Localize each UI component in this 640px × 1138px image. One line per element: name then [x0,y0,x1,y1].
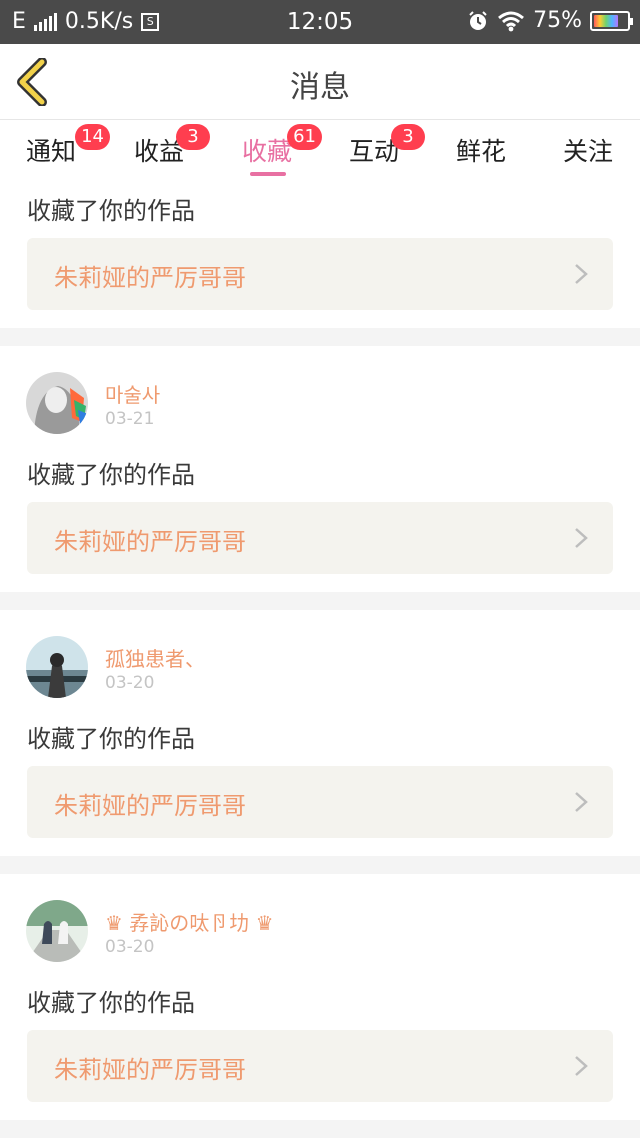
tab-label: 收藏 [242,137,293,166]
notification-date: 03-20 [105,937,155,957]
tab-badge: 14 [75,124,111,150]
notification-date: 03-21 [105,409,155,429]
action-text: 收藏了你的作品 [27,461,195,489]
work-link[interactable]: 朱莉娅的严厉哥哥 [27,766,613,838]
tab-label: 关注 [563,137,614,166]
battery-level [594,14,618,27]
tab-badge: 61 [287,124,323,150]
notification-card: ♛ 孨訫の呔卪㘦 ♛ 03-20 收藏了你的作品 朱莉娅的严厉哥哥 [0,874,640,1120]
page-title: 消息 [290,70,350,105]
category-tabs: 通知 14 收益 3 收藏 61 互动 3 鲜花 关注 [0,120,640,182]
tab-follows[interactable]: 关注 [563,132,613,168]
work-title: 朱莉娅的严厉哥哥 [54,1056,246,1084]
tab-earnings[interactable]: 收益 3 [134,124,211,168]
chevron-right-icon [575,264,588,284]
action-text: 收藏了你的作品 [27,197,195,225]
username[interactable]: ♛ 孨訫の呔卪㘦 ♛ [105,907,274,936]
chevron-right-icon [575,792,588,812]
tab-interactions[interactable]: 互动 3 [349,124,426,168]
status-right: 75% [467,8,633,33]
status-bar: E 0.5K/s S 12:05 75% [0,0,640,44]
avatar[interactable] [26,636,88,698]
work-link[interactable]: 朱莉娅的严厉哥哥 [27,502,613,574]
avatar[interactable] [26,900,88,962]
avatar[interactable] [26,372,88,434]
action-text: 收藏了你的作品 [27,725,195,753]
active-tab-indicator [250,172,286,176]
username[interactable]: 마술사 [105,379,160,408]
tab-badge: 3 [176,124,211,150]
work-link[interactable]: 朱莉娅的严厉哥哥 [27,1030,613,1102]
navigation-bar: 消息 [0,44,640,120]
work-title: 朱莉娅的严厉哥哥 [54,264,246,292]
tab-label: 鲜花 [456,137,507,166]
work-link[interactable]: 朱莉娅的严厉哥哥 [27,238,613,310]
notification-card: 마술사 03-21 收藏了你的作品 朱莉娅的严厉哥哥 [0,346,640,592]
notification-card: 收藏了你的作品 朱莉娅的严厉哥哥 [0,182,640,328]
username[interactable]: 孤独患者、 [105,643,205,672]
battery-percent: 75% [533,8,582,33]
tab-label: 通知 [26,137,77,166]
battery-icon [590,10,633,31]
action-text: 收藏了你的作品 [27,989,195,1017]
work-title: 朱莉娅的严厉哥哥 [54,792,246,820]
notification-date: 03-20 [105,673,155,693]
chevron-right-icon [575,528,588,548]
work-title: 朱莉娅的严厉哥哥 [54,528,246,556]
tab-favorites[interactable]: 收藏 61 [242,124,323,168]
tab-flowers[interactable]: 鲜花 [456,132,506,168]
chevron-right-icon [575,1056,588,1076]
tab-badge: 3 [391,124,426,150]
tab-notifications[interactable]: 通知 14 [26,124,111,168]
wifi-icon [498,11,525,31]
notification-card: 孤独患者、 03-20 收藏了你的作品 朱莉娅的严厉哥哥 [0,610,640,856]
alarm-icon [469,10,487,30]
